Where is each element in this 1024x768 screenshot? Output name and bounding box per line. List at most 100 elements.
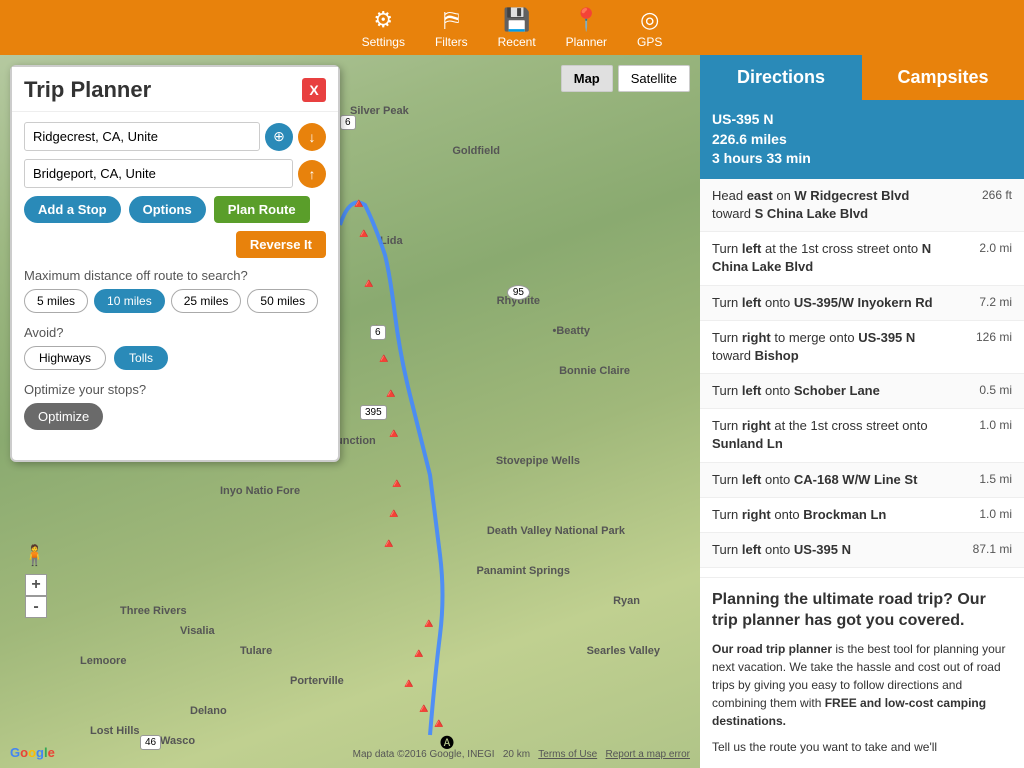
origin-locate-button[interactable]: ⊕: [265, 123, 293, 151]
planner-label: Planner: [566, 35, 607, 49]
optimize-section: Optimize your stops? Optimize: [24, 382, 326, 430]
avoid-tolls[interactable]: Tolls: [114, 346, 168, 370]
campsite-marker-5: 🔺: [375, 350, 392, 367]
add-stop-button[interactable]: Add a Stop: [24, 196, 121, 223]
map-label-silver-peak: Silver Peak: [350, 105, 409, 117]
toolbar-item-settings[interactable]: ⚙ Settings: [362, 7, 405, 49]
zoom-controls: + -: [25, 574, 47, 618]
map-label-three-rivers: Three Rivers: [120, 605, 187, 617]
campsite-marker-9: 🔺: [385, 505, 402, 522]
filters-icon: ⛿: [443, 7, 459, 33]
map-label-bonnie-claire: Bonnie Claire: [559, 365, 630, 377]
directions-list: Head east on W Ridgecrest Blvd toward S …: [700, 179, 1024, 578]
direction-item: Turn left onto CA-168 W/W Line St1.5 mi: [700, 463, 1024, 498]
promo-text-end: Tell us the route you want to take and w…: [712, 738, 1012, 756]
toolbar-item-gps[interactable]: ◎ GPS: [637, 7, 662, 49]
dist-25mi[interactable]: 25 miles: [171, 289, 242, 313]
map-label-visalia: Visalia: [180, 625, 215, 637]
tabs: Directions Campsites: [700, 55, 1024, 100]
planner-body: ⊕ ↓ ↑ Add a Stop Options Plan Route Reve…: [12, 112, 338, 445]
campsite-marker-12: 🔺: [410, 645, 427, 662]
distance-section: Maximum distance off route to search? 5 …: [24, 268, 326, 313]
route-summary: US-395 N 226.6 miles 3 hours 33 min: [700, 100, 1024, 179]
satellite-view-button[interactable]: Satellite: [618, 65, 690, 92]
zoom-out-button[interactable]: -: [25, 596, 47, 618]
map-label-inyo: Inyo Natio Fore: [220, 485, 300, 497]
zoom-in-button[interactable]: +: [25, 574, 47, 596]
plan-route-button[interactable]: Plan Route: [214, 196, 310, 223]
dist-5mi[interactable]: 5 miles: [24, 289, 88, 313]
map-label-ryan: Ryan: [613, 595, 640, 607]
campsite-marker-6: 🔺: [382, 385, 399, 402]
campsite-marker-15: 🔺: [430, 715, 447, 732]
origin-swap-button[interactable]: ↓: [298, 123, 326, 151]
route-duration: 3 hours 33 min: [712, 149, 1012, 169]
map-label-porterville: Porterville: [290, 675, 344, 687]
dist-50mi[interactable]: 50 miles: [247, 289, 318, 313]
route-6: 6: [340, 115, 356, 130]
direction-item: Turn left onto US-395 N87.1 mi: [700, 533, 1024, 568]
direction-item: Turn right to merge onto US-395 N toward…: [700, 321, 1024, 374]
destination-locate-button[interactable]: ↑: [298, 160, 326, 188]
distance-label: Maximum distance off route to search?: [24, 268, 326, 283]
avoid-section: Avoid? Highways Tolls: [24, 325, 326, 370]
map-view-button[interactable]: Map: [561, 65, 613, 92]
reverse-row: Reverse It: [24, 231, 326, 258]
promo-heading: Planning the ultimate road trip? Our tri…: [712, 590, 1012, 632]
recent-label: Recent: [498, 35, 536, 49]
promo-body: Our road trip planner is the best tool f…: [712, 640, 1012, 756]
campsite-marker-10: 🔺: [380, 535, 397, 552]
campsite-marker-8: 🔺: [388, 475, 405, 492]
recent-icon: 💾: [503, 7, 530, 33]
destination-input[interactable]: [24, 159, 293, 188]
gps-icon: ◎: [640, 7, 659, 33]
route-6b: 6: [370, 325, 386, 340]
map-area[interactable]: Silver Peak Goldfield Lida Rhyolite •Bea…: [0, 55, 700, 768]
planner-title: Trip Planner: [24, 77, 151, 103]
right-panel: Directions Campsites US-395 N 226.6 mile…: [700, 55, 1024, 768]
direction-item: Turn left onto Schober Lane0.5 mi: [700, 374, 1024, 409]
map-label-death-valley: Death Valley National Park: [487, 525, 625, 537]
reverse-button[interactable]: Reverse It: [236, 231, 326, 258]
distance-options: 5 miles 10 miles 25 miles 50 miles: [24, 289, 326, 313]
campsite-marker-13: 🔺: [400, 675, 417, 692]
planner-close-button[interactable]: X: [302, 78, 326, 102]
route-395: 395: [360, 405, 387, 420]
map-label-tulare: Tulare: [240, 645, 272, 657]
campsite-marker-11: 🔺: [420, 615, 437, 632]
map-view-controls: Map Satellite: [561, 65, 690, 92]
dist-10mi[interactable]: 10 miles: [94, 289, 165, 313]
planner-icon: 📍: [573, 7, 600, 33]
google-logo: Google: [10, 745, 55, 760]
map-label-lida: Lida: [380, 235, 403, 247]
route-46: 46: [140, 735, 161, 750]
avoid-highways[interactable]: Highways: [24, 346, 106, 370]
optimize-button[interactable]: Optimize: [24, 403, 103, 430]
campsite-marker-3: 🔺: [360, 275, 377, 292]
map-label-panamint: Panamint Springs: [476, 565, 570, 577]
direction-item: Turn left at the 1st cross street onto N…: [700, 232, 1024, 285]
toolbar: ⚙ Settings ⛿ Filters 💾 Recent 📍 Planner …: [0, 0, 1024, 55]
promo-section: Planning the ultimate road trip? Our tri…: [700, 577, 1024, 768]
options-button[interactable]: Options: [129, 196, 206, 223]
actions-row: Add a Stop Options Plan Route: [24, 196, 326, 223]
avoid-label: Avoid?: [24, 325, 326, 340]
route-distance: 226.6 miles: [712, 130, 1012, 150]
origin-input[interactable]: [24, 122, 260, 151]
map-label-lemoore: Lemoore: [80, 655, 126, 667]
trip-planner-panel: Trip Planner X ⊕ ↓ ↑ Add a Stop: [10, 65, 340, 462]
map-label-lost-hills: Lost Hills: [90, 725, 140, 737]
route-highway: US-395 N: [712, 110, 1012, 130]
toolbar-item-recent[interactable]: 💾 Recent: [498, 7, 536, 49]
promo-strong: Our road trip planner: [712, 642, 832, 656]
toolbar-item-filters[interactable]: ⛿ Filters: [435, 7, 468, 49]
map-label-goldfield: Goldfield: [452, 145, 500, 157]
toolbar-item-planner[interactable]: 📍 Planner: [566, 7, 607, 49]
main-layout: Silver Peak Goldfield Lida Rhyolite •Bea…: [0, 55, 1024, 768]
map-label-wasco: Wasco: [160, 735, 195, 747]
planner-header: Trip Planner X: [12, 67, 338, 112]
tab-directions[interactable]: Directions: [700, 55, 862, 100]
destination-row: ↑: [24, 159, 326, 188]
tab-campsites[interactable]: Campsites: [862, 55, 1024, 100]
destination-marker: 🅐: [440, 733, 454, 753]
